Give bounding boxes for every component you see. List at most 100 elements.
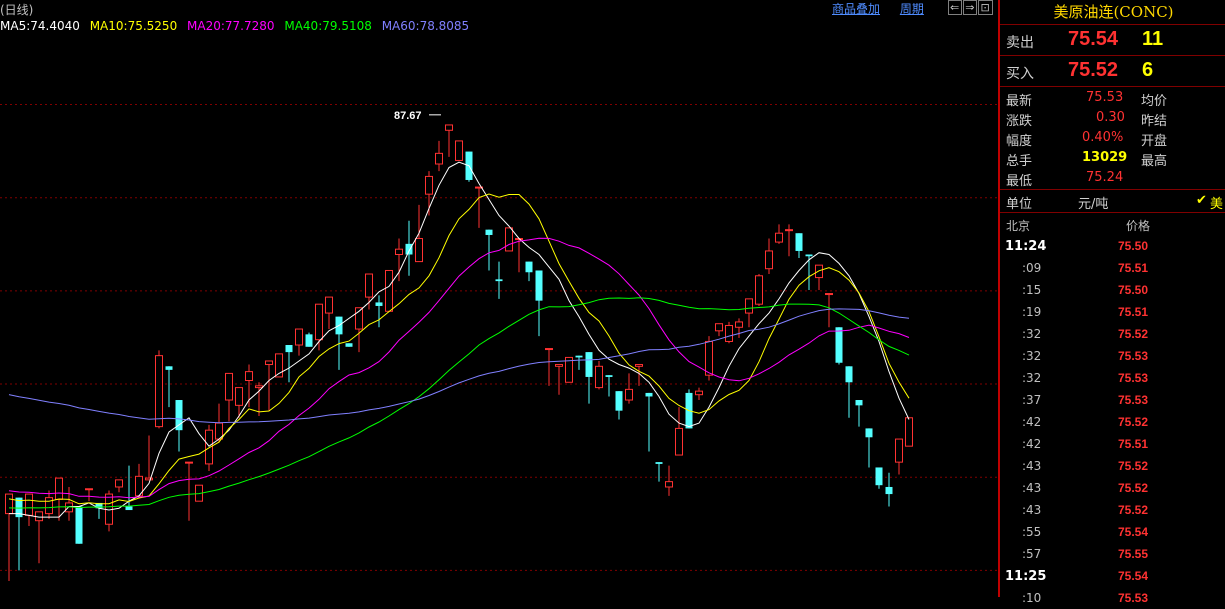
stat-value-volume: 13029 — [1082, 150, 1128, 165]
tick-row: 11:25 75.54 — [1000, 565, 1225, 587]
candle-body — [775, 232, 783, 243]
tick-price: 75.54 — [1118, 525, 1149, 539]
tick-row: :37 75.53 — [1000, 389, 1225, 411]
candle-body — [725, 324, 733, 342]
candle-body — [325, 296, 333, 314]
unit-row: 单位 元/吨 ✔ 美 — [1000, 190, 1225, 213]
candle-body — [795, 233, 803, 251]
candle-body — [635, 364, 643, 367]
period-link[interactable]: 周期 — [900, 2, 924, 16]
candle-body — [735, 321, 743, 328]
candle-body — [845, 366, 853, 383]
check-icon[interactable]: ✔ — [1196, 193, 1207, 208]
ma40-label: MA40:79.5108 — [284, 19, 372, 33]
candle-body — [345, 343, 353, 347]
candle-body — [745, 298, 753, 314]
ask-row[interactable]: 卖出 75.54 11 — [1000, 25, 1225, 56]
bid-label: 买入 — [1006, 66, 1034, 82]
candle-body — [575, 355, 583, 358]
stat-label-prev-settle: 昨结 — [1141, 114, 1168, 129]
ma20-line — [8, 237, 910, 499]
candle-body — [655, 462, 663, 464]
overlay-link[interactable]: 商品叠加 — [832, 2, 880, 16]
candle-body — [865, 428, 873, 438]
stat-label-volume: 总手 — [1006, 154, 1033, 169]
tick-price: 75.53 — [1118, 349, 1149, 363]
quote-panel: 美原油连(CONC) 卖出 75.54 11 买入 75.52 6 最新 75.… — [998, 0, 1225, 605]
tick-time: :09 — [1022, 261, 1042, 275]
candle-body — [315, 303, 323, 341]
tick-time: :42 — [1022, 415, 1042, 429]
tick-price: 75.55 — [1118, 547, 1149, 561]
period-label: (日线) — [0, 3, 34, 17]
tick-time: :32 — [1022, 371, 1042, 385]
tick-time: :42 — [1022, 437, 1042, 451]
candle-body — [45, 497, 53, 515]
candle-body — [285, 345, 293, 353]
ma10-line — [8, 193, 910, 505]
ask-volume: 11 — [1142, 28, 1164, 50]
tick-row: :43 75.52 — [1000, 477, 1225, 499]
tick-price: 75.51 — [1118, 305, 1149, 319]
tick-price: 75.50 — [1118, 239, 1149, 253]
candle-body — [225, 372, 233, 401]
candle-body — [5, 493, 13, 515]
tick-price: 75.52 — [1118, 481, 1149, 495]
ma5-line — [9, 161, 910, 518]
candle-body — [715, 323, 723, 332]
tick-row: :42 75.51 — [1000, 433, 1225, 455]
candle-body — [145, 477, 153, 481]
stat-label-avg: 均价 — [1141, 94, 1168, 109]
tick-price: 75.52 — [1118, 415, 1149, 429]
chart-svg[interactable]: 87.67 — [0, 0, 997, 597]
candle-body — [375, 302, 383, 306]
tick-row: :19 75.51 — [1000, 301, 1225, 323]
candle-body — [55, 477, 63, 500]
candle-body — [765, 250, 773, 270]
candle-body — [585, 352, 593, 377]
candle-body — [185, 461, 193, 464]
tick-header: 北京 价格 — [1000, 213, 1225, 235]
tick-time: :57 — [1022, 547, 1042, 561]
candle-body — [155, 355, 163, 428]
candle-body — [555, 364, 563, 367]
bid-row[interactable]: 买入 75.52 6 — [1000, 56, 1225, 87]
tick-time: :43 — [1022, 503, 1042, 517]
left-arrow-icon[interactable]: ⇐ — [948, 0, 963, 15]
tick-time: :15 — [1022, 283, 1042, 297]
candle-body — [435, 152, 443, 165]
candle-body — [805, 254, 813, 257]
right-arrow-icon[interactable]: ⇒ — [963, 0, 978, 15]
candle-body — [705, 340, 713, 376]
zoom-icon[interactable]: ⊡ — [978, 0, 993, 15]
stat-value-low: 75.24 — [1086, 170, 1124, 185]
tick-row: :55 75.54 — [1000, 521, 1225, 543]
unit-check-label: 美 — [1210, 197, 1224, 212]
bid-price: 75.52 — [1068, 59, 1119, 81]
candle-body — [545, 348, 553, 351]
tick-price: 75.53 — [1118, 371, 1149, 385]
candle-body — [835, 327, 843, 363]
kline-chart[interactable]: 87.67 (日线) MA5:74.4040 MA10:75.5250 MA20… — [0, 0, 997, 597]
candle-body — [535, 270, 543, 301]
candle-body — [85, 488, 93, 491]
bid-volume: 6 — [1142, 59, 1154, 81]
candle-body — [645, 392, 653, 397]
candle-body — [425, 175, 433, 195]
candle-body — [485, 229, 493, 235]
candle-body — [295, 328, 303, 346]
tick-price: 75.51 — [1118, 437, 1149, 451]
tick-price: 75.50 — [1118, 283, 1149, 297]
candle-body — [415, 238, 423, 263]
candle-body — [825, 293, 833, 296]
tick-time: :43 — [1022, 481, 1042, 495]
candle-body — [855, 400, 863, 406]
candle-body — [395, 248, 403, 256]
tick-row: :10 75.53 — [1000, 587, 1225, 609]
stat-value-change: 0.30 — [1096, 110, 1125, 125]
tick-time: :10 — [1022, 591, 1042, 605]
candle-body — [695, 390, 703, 396]
ma10-label: MA10:75.5250 — [89, 19, 178, 33]
tick-time: 11:24 — [1005, 239, 1047, 254]
tick-row: :57 75.55 — [1000, 543, 1225, 565]
